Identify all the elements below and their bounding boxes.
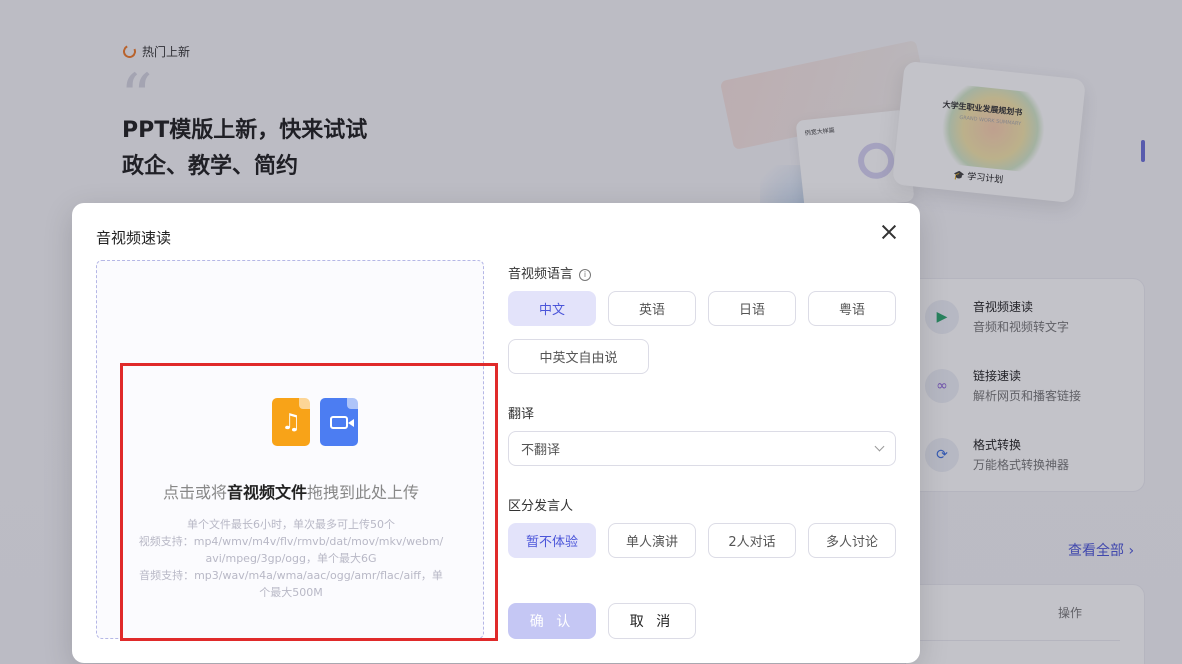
- speaker-option-none[interactable]: 暂不体验: [508, 523, 596, 558]
- lang-option-yue[interactable]: 粤语: [808, 291, 896, 326]
- lang-option-mixed[interactable]: 中英文自由说: [508, 339, 649, 374]
- lang-option-ja[interactable]: 日语: [708, 291, 796, 326]
- translate-label: 翻译: [508, 407, 535, 422]
- upload-dropzone[interactable]: ♫ 点击或将音视频文件拖拽到此处上传 单个文件最长6小时，单次最多可上传50个 …: [96, 260, 498, 641]
- lang-option-en[interactable]: 英语: [608, 291, 696, 326]
- upload-instruction: 点击或将音视频文件拖拽到此处上传: [162, 483, 420, 502]
- info-icon[interactable]: i: [579, 269, 592, 281]
- speaker-option-two[interactable]: 2人对话: [708, 523, 796, 558]
- close-icon[interactable]: [878, 221, 900, 243]
- av-read-dialog: 音视频速读 ♫ 点击或将音视频文件拖拽到此处上传 单个文件最长6小时，单次最多可…: [72, 203, 920, 663]
- lang-option-zh[interactable]: 中文: [508, 291, 596, 326]
- file-type-icons: ♫: [272, 398, 358, 446]
- audio-file-icon: ♫: [272, 398, 310, 446]
- video-file-icon: [320, 398, 358, 446]
- chevron-down-icon: [874, 441, 885, 452]
- confirm-button[interactable]: 确 认: [508, 603, 596, 639]
- upload-hint: 单个文件最长6小时，单次最多可上传50个 视频支持：mp4/wmv/m4v/fl…: [138, 518, 444, 599]
- speaker-label: 区分发言人: [508, 499, 574, 514]
- dialog-title: 音视频速读: [96, 229, 172, 247]
- language-label: 音视频语言 i: [508, 263, 592, 282]
- translate-select[interactable]: 不翻译: [508, 431, 896, 466]
- translate-value: 不翻译: [521, 443, 561, 458]
- speaker-option-multi[interactable]: 多人讨论: [808, 523, 896, 558]
- cancel-button[interactable]: 取 消: [608, 603, 696, 639]
- speaker-option-single[interactable]: 单人演讲: [608, 523, 696, 558]
